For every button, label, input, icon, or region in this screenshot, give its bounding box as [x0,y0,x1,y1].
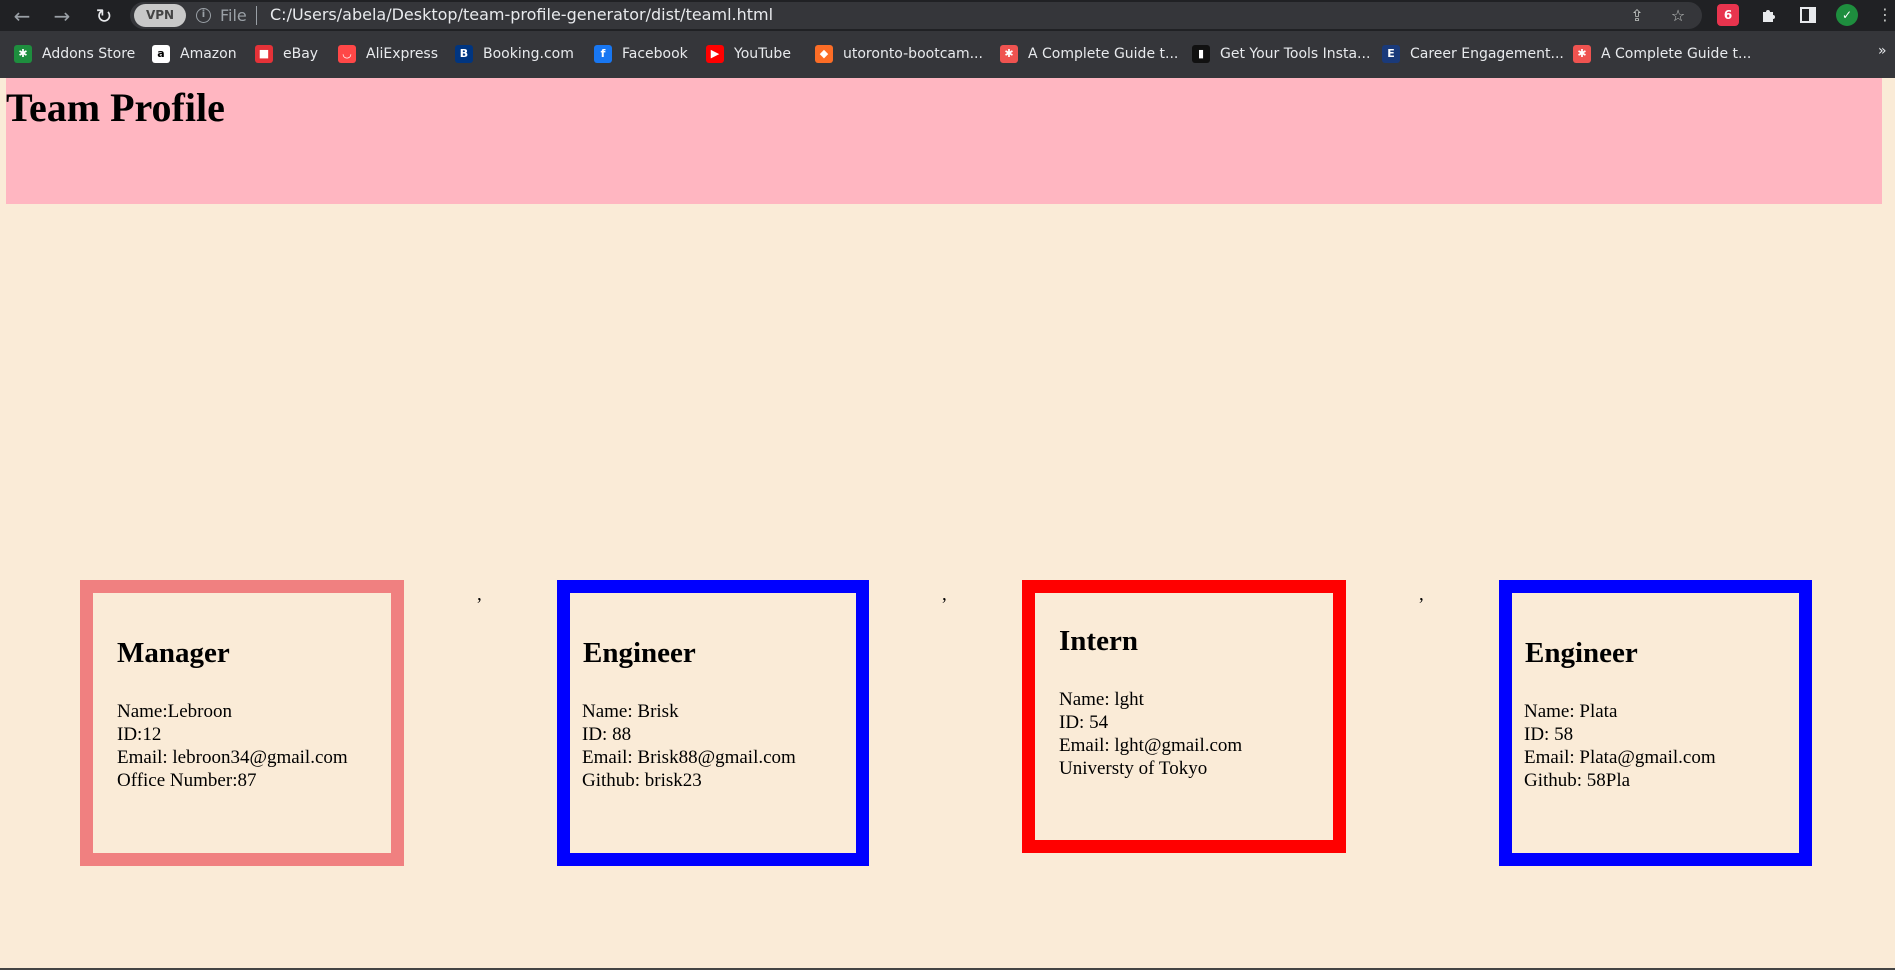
card-role-title: Engineer [1525,637,1638,669]
file-scheme-label: File [220,6,247,25]
card-id: ID: 88 [582,724,632,745]
card-details: Name: lght ID: 54 Email: lght@gmail.com … [1059,688,1242,780]
booking-icon: B [455,45,473,63]
bookmark-item[interactable]: a Amazon [152,43,237,65]
card-separator: , [942,584,947,605]
forward-arrow-icon[interactable]: → [50,4,74,28]
card-github: Github: brisk23 [582,770,702,791]
site-info-icon[interactable]: i [196,8,211,23]
card-name: Name:Lebroon [117,701,233,722]
asterisk-icon: ✱ [1573,45,1591,63]
bookmark-label: eBay [283,46,319,62]
amazon-icon: a [152,45,170,63]
side-panel-icon[interactable] [1797,4,1819,26]
bookmark-label: A Complete Guide t... [1601,46,1752,62]
bookmark-label: Booking.com [483,46,574,62]
bookmarks-bar: » ✱ Addons Store a Amazon ■ eBay ◡ AliExpress B B… [0,31,1895,78]
card-details: Name:Lebroon ID:12 Email: lebroon34@gmai… [117,700,348,792]
bookmark-label: A Complete Guide t... [1028,46,1179,62]
bookmark-label: YouTube [734,46,791,62]
vpn-badge[interactable]: VPN [134,4,186,27]
card-details: Name: Plata ID: 58 Email: Plata@gmail.co… [1524,700,1716,792]
bookmark-label: AliExpress [366,46,439,62]
bookmark-label: Addons Store [42,46,136,62]
card-separator: , [1419,584,1424,605]
asterisk-icon: ✱ [1000,45,1018,63]
bookmark-star-icon[interactable]: ☆ [1667,5,1689,27]
more-menu-icon[interactable]: ⋮ [1874,4,1895,26]
engineer-card: Engineer Name: Brisk ID: 88 Email: Brisk… [557,580,869,866]
bookmark-item[interactable]: ◡ AliExpress [338,43,438,65]
manager-card: Manager Name:Lebroon ID:12 Email: lebroo… [80,580,404,866]
card-office-number: Office Number:87 [117,770,257,791]
bookmark-item[interactable]: ◆ utoronto-bootcam... [815,43,983,65]
shield-check-icon[interactable]: ✓ [1836,4,1858,26]
card-school: Universty of Tokyo [1059,758,1208,779]
reload-icon[interactable]: ↻ [92,4,116,28]
bookmarks-overflow[interactable]: » [1878,43,1887,59]
card-separator: , [477,584,482,605]
gitlab-icon: ◆ [815,45,833,63]
card-role-title: Engineer [583,637,696,669]
url-text[interactable]: C:/Users/abela/Desktop/team-profile-gene… [270,5,773,24]
card-email: Email: Brisk88@gmail.com [582,747,796,768]
card-name: Name: lght [1059,689,1144,710]
bookmark-label: Get Your Tools Insta... [1220,46,1371,62]
extension-badge-icon[interactable]: 6 [1717,4,1739,26]
intern-card: Intern Name: lght ID: 54 Email: lght@gma… [1022,580,1346,853]
bookmark-label: Facebook [622,46,688,62]
bookmark-label: Career Engagement... [1410,46,1564,62]
bookmark-item[interactable]: ✱ Addons Store [14,43,135,65]
extensions-puzzle-icon[interactable] [1758,4,1780,26]
card-email: Email: lebroon34@gmail.com [117,747,348,768]
card-github: Github: 58Pla [1524,770,1631,791]
address-bar[interactable]: VPN i File C:/Users/abela/Desktop/team-p… [130,2,1702,29]
page-title: Team Profile [6,85,225,130]
facebook-icon: f [594,45,612,63]
career-icon: E [1382,45,1400,63]
bookmark-item[interactable]: ▶ YouTube [706,43,791,65]
card-name: Name: Plata [1524,701,1618,722]
card-name: Name: Brisk [582,701,679,722]
card-role-title: Intern [1059,625,1138,657]
card-email: Email: lght@gmail.com [1059,735,1243,756]
aliexpress-icon: ◡ [338,45,356,63]
card-details: Name: Brisk ID: 88 Email: Brisk88@gmail.… [582,700,796,792]
card-id: ID: 54 [1059,712,1109,733]
bookmark-item[interactable]: ✱ A Complete Guide t... [1573,43,1751,65]
card-id: ID: 58 [1524,724,1574,745]
card-role-title: Manager [117,637,230,669]
address-divider [256,6,257,25]
share-icon[interactable]: ⇪ [1626,5,1648,27]
card-id: ID:12 [117,724,162,745]
bookmark-item[interactable]: B Booking.com [455,43,574,65]
ebay-icon: ■ [255,45,273,63]
addons-store-icon: ✱ [14,45,32,63]
bookmark-item[interactable]: ▮ Get Your Tools Insta... [1192,43,1370,65]
bookmark-item[interactable]: f Facebook [594,43,688,65]
page-header: Team Profile [6,78,1882,204]
bookmark-item[interactable]: ✱ A Complete Guide t... [1000,43,1178,65]
bookmark-item[interactable]: E Career Engagement... [1382,43,1564,65]
back-arrow-icon[interactable]: ← [10,4,34,28]
notebook-icon: ▮ [1192,45,1210,63]
youtube-icon: ▶ [706,45,724,63]
bookmark-label: Amazon [180,46,237,62]
bookmark-item[interactable]: ■ eBay [255,43,318,65]
bookmark-label: utoronto-bootcam... [843,46,983,62]
card-email: Email: Plata@gmail.com [1524,747,1716,768]
engineer-card: Engineer Name: Plata ID: 58 Email: Plata… [1499,580,1812,866]
browser-toolbar: ← → ↻ VPN i File C:/Users/abela/Desktop/… [0,0,1895,31]
